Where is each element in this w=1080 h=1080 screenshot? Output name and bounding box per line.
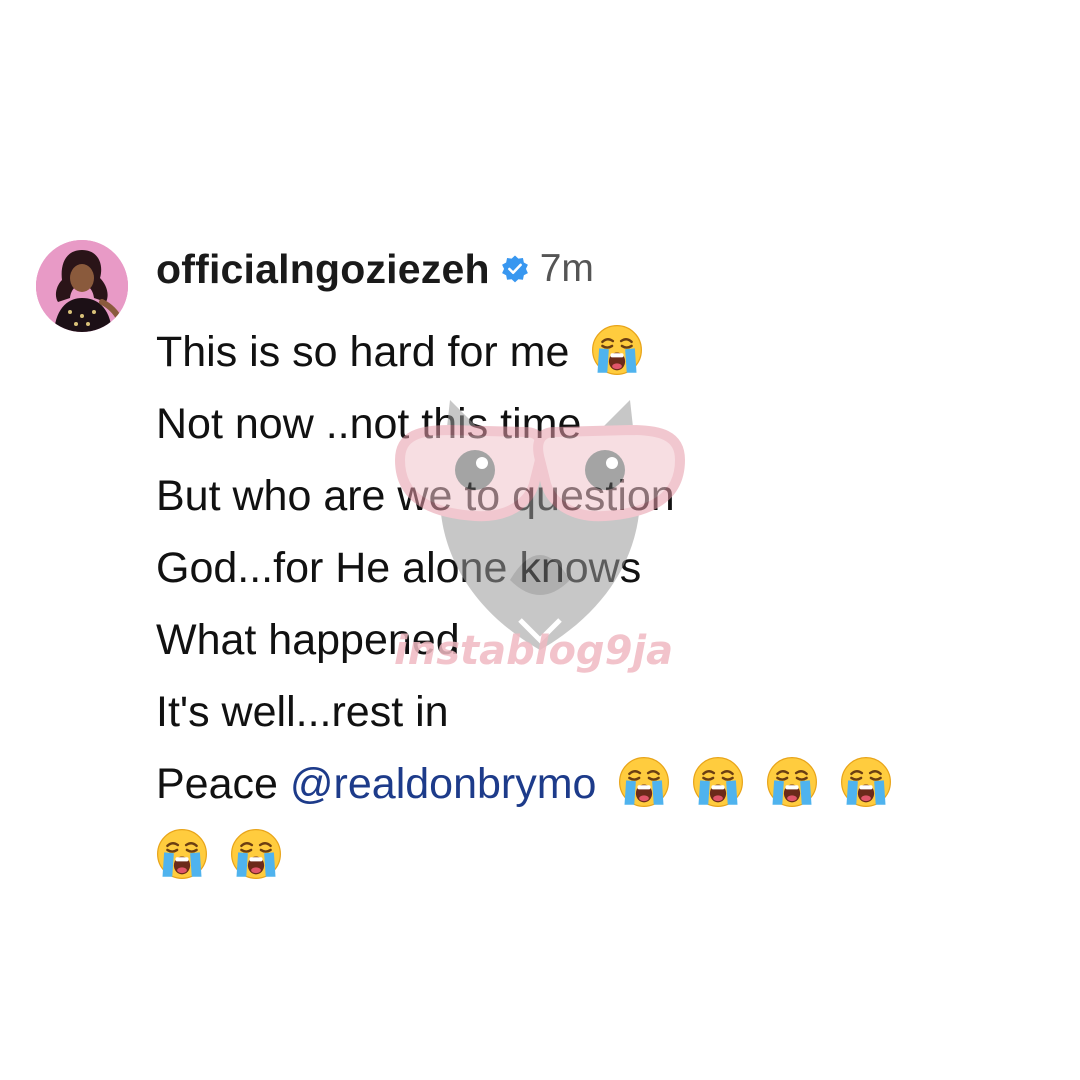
comment-line-7-text: Peace [156,760,278,808]
loudly-crying-face-icon [692,756,744,808]
avatar[interactable] [36,240,128,332]
comment-line-3: But who are we to question [156,472,675,520]
loudly-crying-face-icon [766,756,818,808]
comment-line-1: This is so hard for me [156,316,892,388]
profile-photo-icon [36,240,128,332]
loudly-crying-face-icon [840,756,892,808]
username[interactable]: officialngoziezeh [156,246,490,293]
timestamp: 7m [539,247,594,290]
loudly-crying-face-icon [618,756,670,808]
comment-text: This is so hard for me Not now ..not thi… [156,316,892,892]
mention-link[interactable]: @realdonbrymo [290,760,597,808]
comment-line-1-text: This is so hard for me [156,328,570,376]
loudly-crying-face-icon [591,324,643,376]
loudly-crying-face-icon [230,828,282,880]
comment-line-2: Not now ..not this time [156,400,582,448]
comment-line-8 [156,820,892,892]
comment-line-6: It's well...rest in [156,688,449,736]
comment-line-7: Peace @realdonbrymo [156,748,892,820]
loudly-crying-face-icon [156,828,208,880]
watermark-text: instablog9ja [394,628,674,674]
comment-line-4: God...for He alone knows [156,544,642,592]
comment-header: officialngoziezeh 7m [156,244,594,294]
verified-badge-icon [501,255,528,283]
